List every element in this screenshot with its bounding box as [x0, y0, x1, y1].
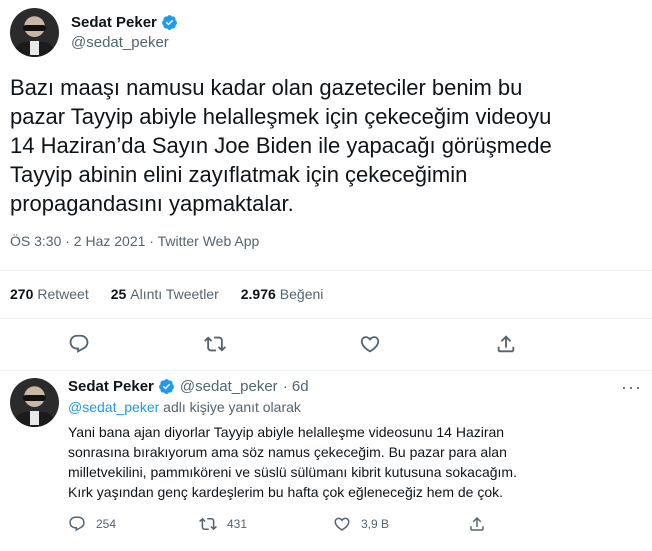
reply-icon — [69, 516, 85, 532]
tweet-text-line: Tayyip abinin elini zayıflatmak için çek… — [10, 162, 468, 187]
like-icon — [334, 517, 350, 531]
reply-author-name[interactable]: Sedat Peker — [68, 378, 154, 395]
reply-text-line: Kırk yaşından genç kardeşlerim bu hafta … — [68, 484, 504, 500]
reply-age[interactable]: · 6d — [283, 378, 309, 395]
quotes-stat[interactable]: 25 Alıntı Tweetler — [111, 286, 219, 302]
retweets-stat[interactable]: 270 Retweet — [10, 286, 89, 302]
tweet-timestamp[interactable]: ÖS 3:30 · 2 Haz 2021 · Twitter Web App — [10, 233, 259, 249]
avatar[interactable] — [10, 8, 59, 57]
reply-header: Sedat Peker @sedat_peker · 6d — [68, 378, 638, 395]
share-icon — [470, 516, 484, 531]
reply-text: Yani bana ajan diyorlar Tayyip abiyle he… — [68, 422, 638, 502]
avatar[interactable] — [10, 378, 59, 427]
reply-text-line: sonrasına bırakıyorum ama söz namus çeke… — [68, 444, 507, 460]
reply-body: Sedat Peker @sedat_peker · 6d @sedat_pek… — [68, 378, 638, 502]
replying-to-suffix: adlı kişiye yanıt olarak — [159, 399, 301, 415]
author-handle[interactable]: @sedat_peker — [71, 34, 178, 51]
reply-text-line: Yani bana ajan diyorlar Tayyip abiyle he… — [68, 424, 505, 440]
reply-count: 254 — [96, 517, 117, 531]
divider — [0, 318, 652, 319]
like-count: 3,9 B — [361, 517, 390, 531]
tweet-header: Sedat Peker @sedat_peker — [10, 8, 178, 57]
reply-like-button[interactable]: 3,9 B — [333, 515, 389, 533]
replying-to: @sedat_peker adlı kişiye yanıt olarak — [68, 399, 638, 415]
retweet-icon[interactable] — [203, 332, 227, 356]
like-icon[interactable] — [358, 332, 382, 356]
reply-author-handle[interactable]: @sedat_peker — [180, 378, 278, 395]
tweet-text-line: 14 Haziran’da Sayın Joe Biden ile yapaca… — [10, 133, 552, 158]
replying-to-handle-link[interactable]: @sedat_peker — [68, 399, 159, 415]
tweet-text-line: Bazı maaşı namusu kadar olan gazeteciler… — [10, 75, 523, 100]
more-options-icon[interactable]: ··· — [621, 377, 642, 398]
author-names: Sedat Peker @sedat_peker — [71, 14, 178, 51]
reply-actions: 254 431 3,9 B — [68, 515, 628, 537]
tweet-text-line: propagandasını yapmaktalar. — [10, 191, 294, 216]
reply-reply-button[interactable]: 254 — [68, 515, 116, 533]
divider — [0, 270, 652, 271]
verified-badge-icon — [158, 379, 174, 394]
retweet-icon — [199, 517, 217, 531]
tweet-stats: 270 Retweet 25 Alıntı Tweetler 2.976 Beğeni — [10, 286, 345, 302]
likes-stat[interactable]: 2.976 Beğeni — [241, 286, 324, 302]
share-icon[interactable] — [494, 332, 518, 356]
reply-icon[interactable] — [67, 332, 91, 356]
tweet-text: Bazı maaşı namusu kadar olan gazeteciler… — [10, 73, 610, 218]
tweet-text-line: pazar Tayyip abiyle helalleşmek için çek… — [10, 104, 552, 129]
reply-text-line: milletvekilini, pammıköreni ve süslü sül… — [68, 464, 517, 480]
retweet-count: 431 — [227, 517, 248, 531]
divider — [0, 370, 652, 371]
verified-badge-icon — [161, 15, 177, 30]
author-display-name[interactable]: Sedat Peker — [71, 14, 157, 31]
reply-retweet-button[interactable]: 431 — [199, 515, 247, 533]
reply-share-button[interactable] — [468, 515, 496, 533]
